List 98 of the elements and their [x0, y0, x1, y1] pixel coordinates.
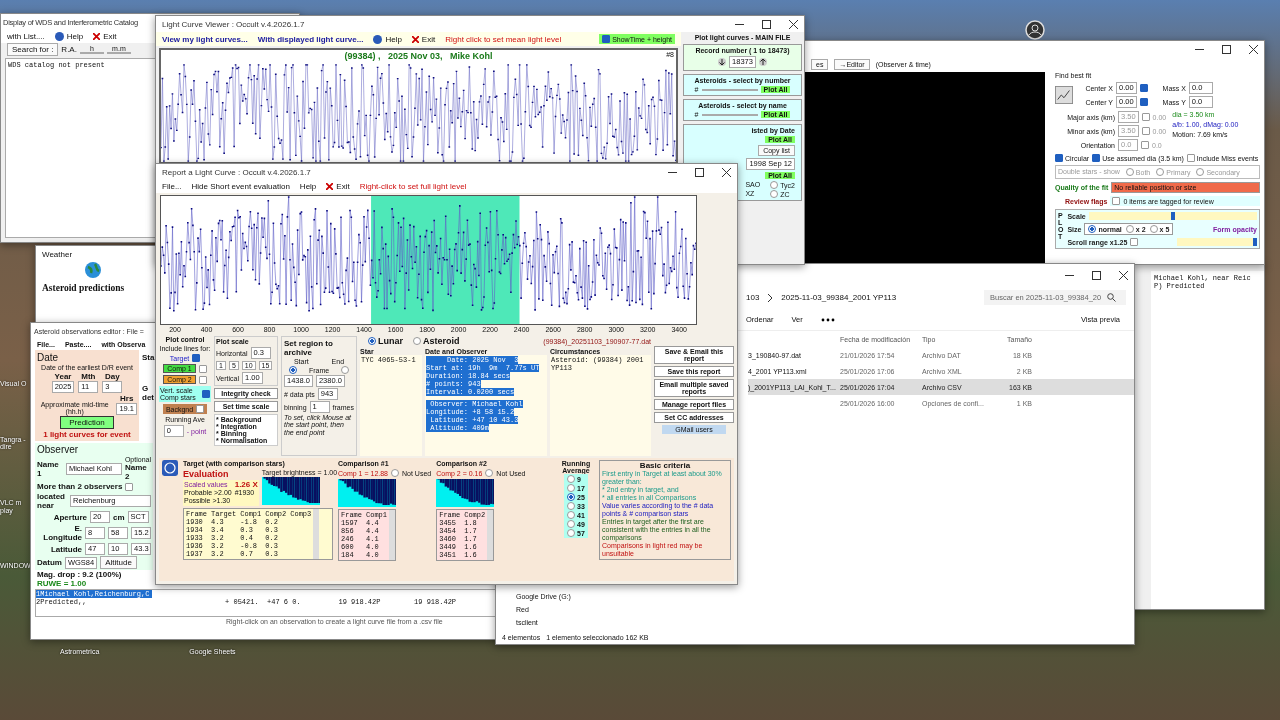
- weather-item[interactable]: Weather: [42, 250, 73, 259]
- breadcrumb-item[interactable]: 103: [746, 293, 760, 302]
- checkbox[interactable]: [202, 390, 210, 398]
- mode-label: Asteroid: [423, 336, 460, 346]
- exit-menu[interactable]: Exit: [93, 32, 117, 41]
- hint-text: Right click to set mean light level: [445, 34, 562, 44]
- account-icon[interactable]: [1025, 20, 1045, 40]
- radio-button[interactable]: [413, 337, 421, 345]
- checkbox[interactable]: [1130, 238, 1139, 246]
- more-icon[interactable]: [820, 317, 835, 322]
- scrollbar[interactable]: [487, 510, 494, 560]
- menu-item[interactable]: View my light curves...: [162, 34, 248, 44]
- hint-text: Right-click to set full light level: [359, 182, 467, 191]
- close-icon: [93, 33, 101, 40]
- checkbox[interactable]: [198, 364, 207, 373]
- slider-thumb[interactable]: [1170, 212, 1175, 220]
- radio-button[interactable]: [368, 337, 376, 345]
- cut-label: G det: [142, 384, 155, 403]
- radio-button[interactable]: [1156, 168, 1165, 176]
- close-icon: [326, 183, 334, 190]
- slider-thumb[interactable]: [1252, 238, 1257, 246]
- scrollbar[interactable]: [313, 509, 320, 559]
- radio-button[interactable]: [1149, 225, 1158, 233]
- radio-button[interactable]: [391, 469, 399, 477]
- radio-button[interactable]: [1125, 168, 1134, 176]
- close-icon[interactable]: [722, 167, 731, 177]
- asteroid-field[interactable]: [701, 113, 758, 116]
- exit-menu[interactable]: Exit: [326, 182, 350, 191]
- radio-button[interactable]: [341, 366, 350, 374]
- checkbox[interactable]: [192, 354, 201, 362]
- checkbox[interactable]: [1139, 84, 1148, 92]
- radio-button[interactable]: [567, 520, 576, 528]
- mode-label: Lunar: [378, 336, 403, 346]
- radio-button[interactable]: [567, 484, 576, 492]
- down-arrow-icon[interactable]: [718, 58, 727, 66]
- field-label: R.A.: [61, 45, 77, 54]
- radio-button[interactable]: [770, 190, 779, 198]
- checkbox[interactable]: [1141, 141, 1149, 149]
- radio-button[interactable]: [567, 502, 576, 510]
- checkbox[interactable]: [1186, 154, 1195, 162]
- globe-icon[interactable]: [82, 261, 102, 281]
- scrollbar[interactable]: [389, 510, 396, 560]
- asteroid-field[interactable]: [701, 88, 758, 91]
- checkbox[interactable]: [1139, 98, 1148, 106]
- radio-button[interactable]: [567, 511, 576, 519]
- menu-item[interactable]: File...: [162, 182, 182, 191]
- close-icon: [411, 35, 419, 43]
- maximize-icon[interactable]: [1222, 44, 1231, 54]
- radio-button[interactable]: [1196, 168, 1205, 176]
- checkbox[interactable]: [1055, 154, 1063, 162]
- ruwe-text: RUWE = 1.00: [36, 579, 88, 588]
- mag-drop-text: Mag. drop : 9.2 (100%): [36, 570, 123, 579]
- cut-label: Sta: [142, 354, 156, 363]
- up-arrow-icon[interactable]: [758, 58, 767, 66]
- slider-track[interactable]: [1088, 212, 1257, 220]
- radio-button[interactable]: [770, 181, 779, 189]
- maximize-icon[interactable]: [762, 19, 771, 29]
- radio-button[interactable]: [567, 529, 576, 537]
- histogram-drawing: [338, 479, 396, 507]
- radio-button[interactable]: [1125, 225, 1134, 233]
- altitude-button[interactable]: Altitude: [100, 556, 137, 569]
- checkbox[interactable]: [196, 405, 205, 413]
- radio-button[interactable]: [485, 469, 494, 477]
- checkbox[interactable]: [1141, 113, 1150, 121]
- checkbox[interactable]: [125, 482, 134, 491]
- menu-item[interactable]: With displayed light curve...: [257, 34, 364, 44]
- chart-button-icon[interactable]: [1055, 86, 1073, 104]
- breadcrumb-item[interactable]: 2025-11-03_99384_2001 YP113: [781, 293, 897, 302]
- radio-button[interactable]: [1088, 225, 1097, 233]
- window-title: Light Curve Viewer : Occult v.4.2026.1.7: [162, 19, 305, 29]
- histogram-drawing: [261, 477, 320, 505]
- close-icon[interactable]: [789, 19, 798, 29]
- chevron-icon: [767, 293, 774, 302]
- plot-title: (99384) , 2025 Nov 03, Mike Kohl: [344, 51, 493, 61]
- maximize-icon[interactable]: [695, 167, 704, 177]
- menu-item[interactable]: Help: [299, 182, 317, 191]
- close-icon[interactable]: [1249, 44, 1258, 54]
- prediction-button[interactable]: Prediction: [60, 416, 114, 429]
- slider-track[interactable]: [1177, 238, 1257, 246]
- checkbox[interactable]: [1092, 154, 1101, 162]
- search-icon: [1107, 293, 1117, 302]
- histogram-drawing: [436, 479, 495, 507]
- checkbox[interactable]: [198, 375, 207, 384]
- maximize-icon[interactable]: [1092, 270, 1101, 280]
- radio-button[interactable]: [288, 366, 297, 374]
- checkbox[interactable]: [1141, 127, 1150, 135]
- menu-item[interactable]: Hide Short event evaluation: [191, 182, 290, 191]
- radio-button[interactable]: [567, 475, 576, 483]
- help-menu[interactable]: Help: [373, 34, 402, 44]
- search-label: Search for :: [7, 43, 59, 56]
- help-menu[interactable]: Help: [54, 32, 84, 41]
- close-icon[interactable]: [1119, 270, 1128, 280]
- exit-menu[interactable]: Exit: [411, 34, 436, 44]
- checkbox[interactable]: [1112, 197, 1121, 205]
- menu-item[interactable]: with List....: [7, 32, 45, 41]
- checkbox[interactable]: [602, 35, 611, 43]
- menu-item[interactable]: Asteroid predictions: [42, 283, 125, 293]
- radio-button[interactable]: [567, 493, 576, 501]
